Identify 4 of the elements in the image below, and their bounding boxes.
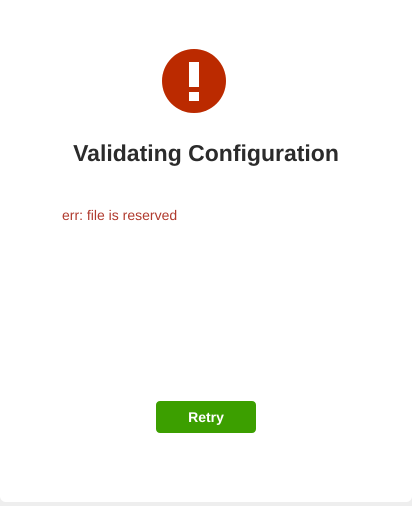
retry-button[interactable]: Retry [156, 401, 256, 433]
dialog-title: Validating Configuration [73, 139, 339, 168]
error-message: err: file is reserved [62, 206, 178, 224]
error-icon [162, 49, 226, 113]
